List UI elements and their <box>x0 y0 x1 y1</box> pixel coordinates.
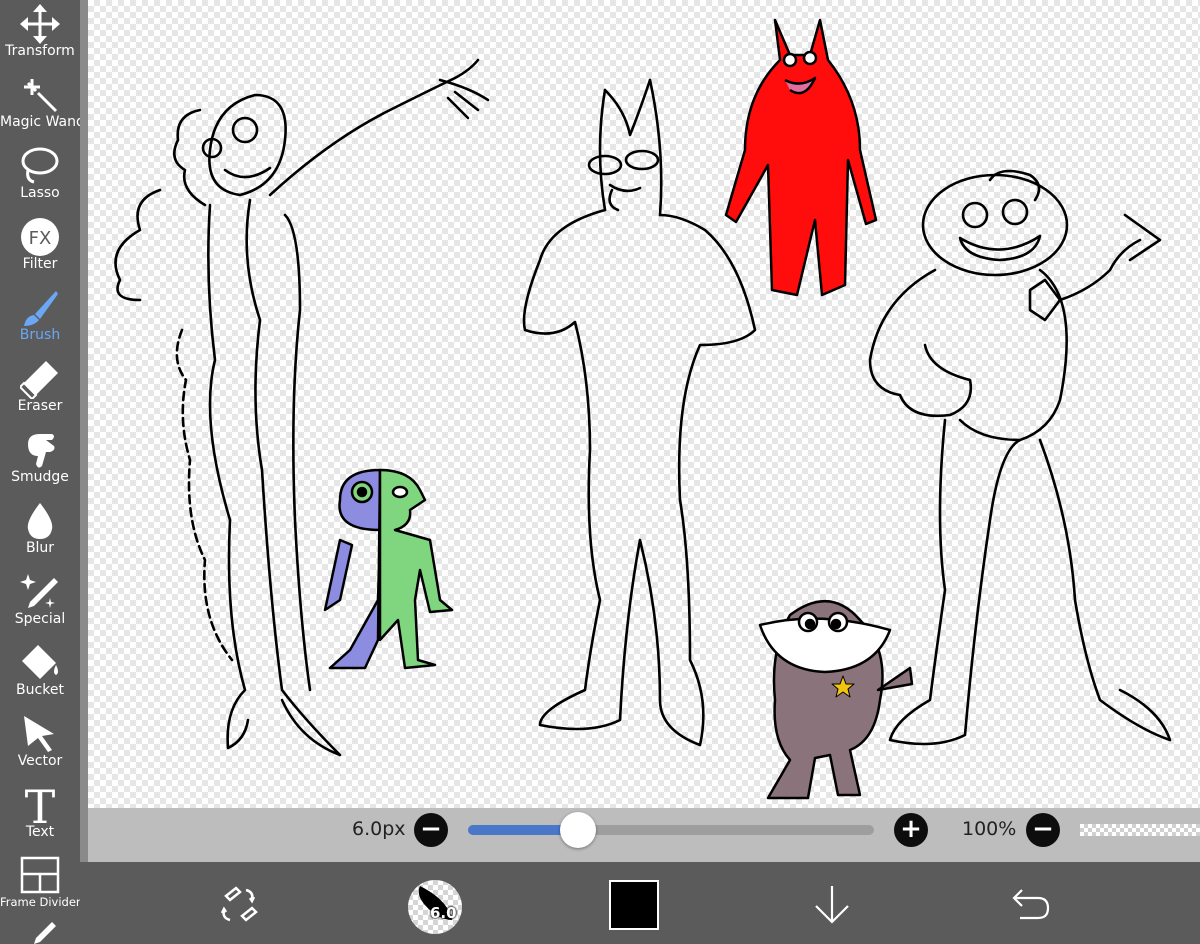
drawing-canvas[interactable] <box>88 0 1200 808</box>
lasso-icon <box>20 146 60 186</box>
sidebar-divider <box>80 0 88 944</box>
tool-text[interactable]: T Text <box>0 781 80 852</box>
canvas-artwork <box>114 18 1172 800</box>
tool-bucket[interactable]: Bucket <box>0 639 80 710</box>
color-swatch-button[interactable] <box>609 880 659 930</box>
svg-text:T: T <box>25 785 56 825</box>
tool-label: Smudge <box>11 469 69 485</box>
split-purple-green-figure <box>323 468 454 670</box>
tool-label: Filter <box>22 256 58 272</box>
tool-vector[interactable]: Vector <box>0 710 80 781</box>
brush-size-plus-button[interactable]: + <box>894 813 928 847</box>
red-horned-figure <box>724 18 878 297</box>
pen-icon[interactable] <box>30 922 56 944</box>
bucket-icon <box>20 643 60 683</box>
tool-brush[interactable]: Brush <box>0 284 80 355</box>
fx-icon: FX <box>20 217 60 257</box>
water-drop-icon <box>20 501 60 541</box>
move-arrows-icon <box>20 4 60 44</box>
tool-magic-wand[interactable]: Magic Wand <box>0 71 80 142</box>
brush-icon <box>20 288 60 328</box>
smudge-hand-icon <box>20 430 60 470</box>
frame-divider-icon <box>20 856 60 896</box>
eraser-icon <box>20 359 60 399</box>
tool-label: Magic Wand <box>0 114 80 130</box>
opacity-minus-button[interactable]: − <box>1026 813 1060 847</box>
tool-label: Blur <box>25 540 55 556</box>
tall-stretching-figure <box>114 58 490 757</box>
tool-transform[interactable]: Transform <box>0 0 80 71</box>
tool-label: Special <box>14 611 66 627</box>
arrow-cursor-icon <box>20 714 60 754</box>
tool-lasso[interactable]: Lasso <box>0 142 80 213</box>
tool-eraser[interactable]: Eraser <box>0 355 80 426</box>
tool-filter[interactable]: FX Filter <box>0 213 80 284</box>
tool-label: Text <box>25 824 55 840</box>
tool-blur[interactable]: Blur <box>0 497 80 568</box>
brush-size-minus-button[interactable]: − <box>414 813 448 847</box>
tool-sidebar: Transform Magic Wand Lasso FX Filter Bru… <box>0 0 80 944</box>
brush-preview-button[interactable]: 6.0 <box>408 880 462 934</box>
horned-outline-figure <box>522 78 757 747</box>
download-arrow-icon[interactable] <box>812 884 852 926</box>
brush-size-slider[interactable] <box>468 825 874 835</box>
tool-label: Bucket <box>16 682 64 698</box>
undo-icon[interactable] <box>1010 886 1050 922</box>
text-icon: T <box>20 785 60 825</box>
opacity-label: 100% <box>962 818 1017 840</box>
tool-frame-divider[interactable]: Frame Divider <box>0 852 80 923</box>
tool-label: Lasso <box>20 185 60 201</box>
sparkle-pen-icon <box>20 572 60 612</box>
tool-special[interactable]: Special <box>0 568 80 639</box>
brush-size-badge: 6.0 <box>430 904 457 922</box>
tool-label: Transform <box>5 43 75 59</box>
brown-grinning-figure <box>758 600 914 800</box>
tool-smudge[interactable]: Smudge <box>0 426 80 497</box>
brush-size-label: 6.0px <box>352 818 406 840</box>
tool-label: Brush <box>19 327 61 343</box>
swap-tools-icon[interactable] <box>218 886 258 924</box>
opacity-slider[interactable] <box>1080 824 1200 836</box>
tool-label: Eraser <box>17 398 63 414</box>
tool-label: Vector <box>17 753 63 769</box>
brush-size-slider-knob[interactable] <box>559 812 596 848</box>
magic-wand-icon <box>20 75 60 115</box>
svg-text:FX: FX <box>29 228 52 249</box>
star-holding-outline-figure <box>868 169 1172 746</box>
tool-label: Frame Divider <box>0 895 80 909</box>
